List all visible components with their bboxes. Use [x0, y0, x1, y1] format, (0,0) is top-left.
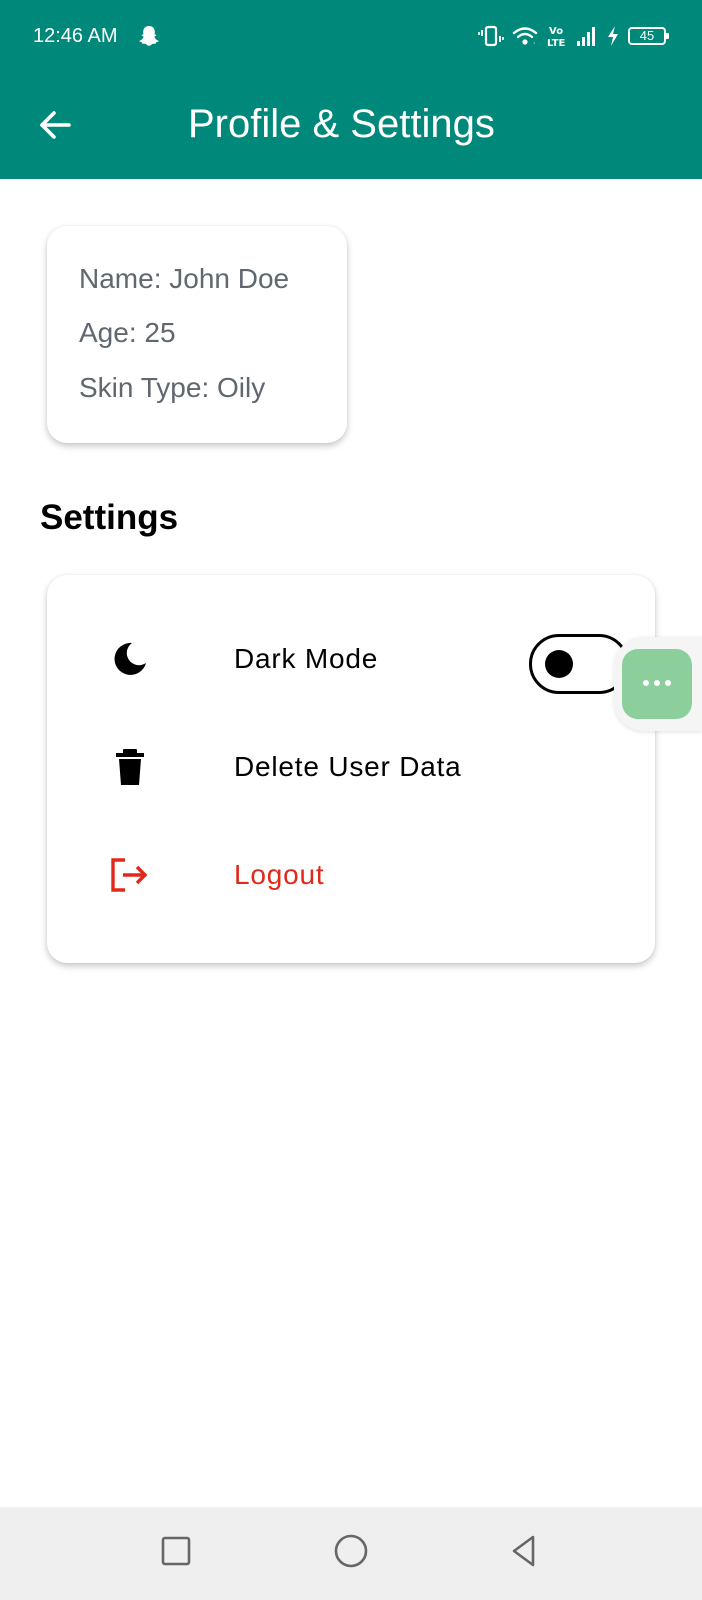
logout-row[interactable]: Logout: [107, 845, 617, 905]
home-button[interactable]: [323, 1525, 379, 1581]
profile-name: Name: John Doe: [79, 263, 290, 294]
profile-card: Name: John Doe Age: 25 Skin Type: Oily: [47, 226, 347, 443]
delete-user-data-label: Delete User Data: [234, 751, 462, 782]
dark-mode-row[interactable]: Dark Mode: [107, 629, 629, 694]
logout-label: Logout: [234, 859, 325, 890]
arrow-left-icon: [37, 107, 73, 148]
back-button[interactable]: [30, 102, 80, 152]
recent-apps-icon: [160, 1535, 192, 1572]
status-time: 12:46 AM: [33, 25, 118, 47]
charging-icon: [606, 25, 620, 47]
svg-text:LTE: LTE: [547, 38, 566, 48]
trash-icon: [107, 744, 153, 790]
page-title: Profile & Settings: [188, 102, 495, 146]
back-triangle-icon: [508, 1534, 540, 1573]
svg-text:Vo: Vo: [549, 26, 563, 37]
profile-age: Age: 25: [79, 317, 176, 348]
svg-text:·: ·: [533, 39, 536, 47]
nav-back-button[interactable]: [496, 1525, 552, 1581]
profile-skin-type: Skin Type: Oily: [79, 372, 266, 403]
snapchat-icon: [138, 24, 160, 48]
logout-icon: [107, 852, 153, 898]
moon-icon: [107, 636, 153, 682]
dark-mode-label: Dark Mode: [234, 643, 379, 674]
floating-more-button[interactable]: [614, 637, 702, 731]
settings-card: Dark Mode Delete User Data Logout: [47, 575, 655, 963]
recent-apps-button[interactable]: [148, 1525, 204, 1581]
vibrate-icon: [478, 25, 504, 47]
system-nav-bar: [0, 1507, 702, 1600]
battery-icon: 45: [628, 27, 669, 45]
delete-user-data-row[interactable]: Delete User Data: [107, 737, 617, 797]
settings-title: Settings: [40, 498, 179, 537]
home-icon: [333, 1533, 369, 1574]
floating-button-face: [622, 649, 692, 719]
app-bar: 12:46 AM · Vo LTE 45 Profile & Settings: [0, 0, 702, 179]
toggle-knob: [545, 650, 573, 678]
wifi-icon: ·: [512, 25, 538, 47]
signal-icon: [576, 25, 598, 47]
status-bar: 12:46 AM · Vo LTE 45: [0, 0, 702, 72]
volte-icon: Vo LTE: [546, 24, 568, 48]
status-icons: · Vo LTE 45: [478, 22, 669, 50]
more-dots-icon: [641, 675, 673, 693]
